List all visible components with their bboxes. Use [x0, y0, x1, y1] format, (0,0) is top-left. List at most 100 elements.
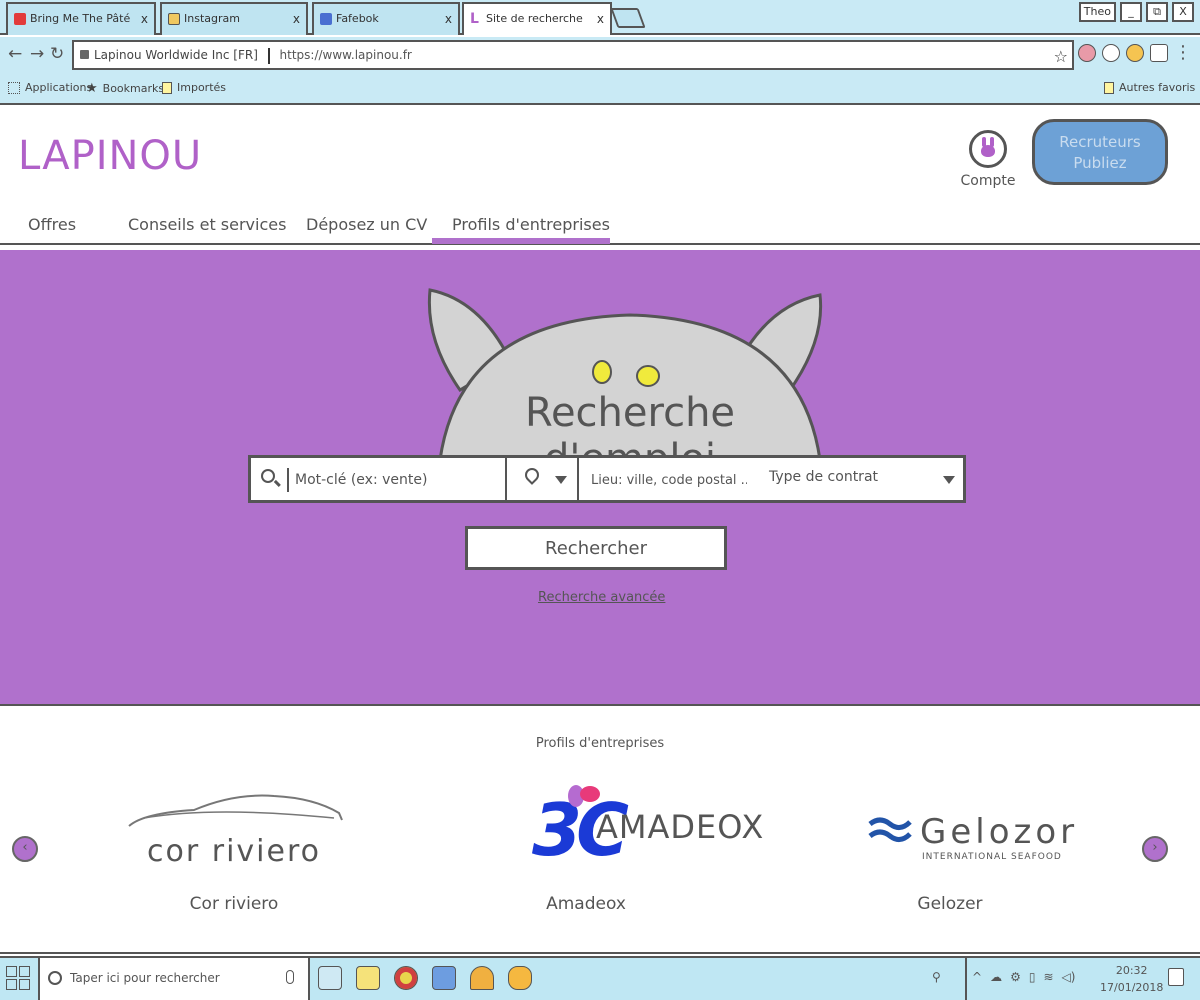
facebook-icon	[320, 13, 332, 25]
bookmark-label: Bookmarks	[102, 82, 165, 95]
avatar	[969, 130, 1007, 168]
tab-fafebok[interactable]: Fafebok x	[312, 2, 460, 35]
settings-icon[interactable]: ⚙	[1010, 970, 1021, 984]
tab-title: Bring Me The Pâté	[30, 12, 130, 25]
bookmark-label: Importés	[177, 81, 227, 94]
pinned-apps	[318, 966, 532, 990]
url-text: https://www.lapinou.fr	[279, 48, 412, 62]
forward-arrow-icon[interactable]: →	[30, 44, 44, 64]
tab-title: Site de recherche d'emp	[486, 12, 586, 25]
taskbar-search-placeholder: Taper ici pour rechercher	[70, 971, 220, 985]
logo-wordmark: Gelozor	[920, 812, 1079, 852]
location-input[interactable]	[587, 468, 747, 492]
nav-profils-entreprises[interactable]: Profils d'entreprises	[452, 215, 610, 234]
account-label: Compte	[960, 173, 1016, 189]
new-tab-button[interactable]	[610, 8, 646, 28]
extension-fox-icon[interactable]	[1126, 44, 1144, 62]
chevron-up-icon[interactable]: ^	[972, 970, 982, 984]
company-card-amadeox[interactable]: 3C AMADEOX Amadeox	[466, 778, 763, 914]
company-card-cor-riviero[interactable]: cor riviero Cor riviero	[114, 778, 354, 914]
windows-start-icon[interactable]	[6, 966, 32, 992]
company-name: Cor riviero	[189, 894, 279, 914]
book-reader-icon[interactable]	[432, 966, 456, 990]
site-logo[interactable]: LAPINOU	[18, 133, 202, 179]
tab-instagram[interactable]: Instagram x	[160, 2, 308, 35]
bookmark-star-icon[interactable]: ☆	[1054, 44, 1068, 70]
bunny-icon	[981, 145, 995, 157]
extension-adblock-icon[interactable]	[1078, 44, 1096, 62]
fox-app-icon[interactable]	[508, 966, 532, 990]
nav-conseils-services[interactable]: Conseils et services	[128, 215, 286, 234]
carousel-prev-button[interactable]: ‹	[12, 836, 38, 862]
divider	[267, 47, 270, 64]
location-pin-icon	[522, 465, 542, 485]
close-icon[interactable]: x	[597, 4, 604, 34]
account-button[interactable]: Compte	[958, 130, 1018, 189]
lapinou-favicon-icon: L	[470, 11, 479, 27]
system-tray: ⚲	[932, 970, 941, 984]
recruiters-publish-button[interactable]: Recruteurs Publiez	[1032, 119, 1168, 185]
job-search-bar: Type de contrat	[248, 455, 966, 503]
clock-date: 17/01/2018	[1100, 981, 1164, 994]
contract-type-select[interactable]: Type de contrat	[769, 469, 878, 485]
bookmarks-bar: Applications ★ Bookmarks Importés Autres…	[0, 73, 1200, 105]
address-bar[interactable]: Lapinou Worldwide Inc [FR] https://www.l…	[72, 40, 1074, 70]
volume-icon[interactable]: ◁)	[1062, 970, 1076, 984]
file-explorer-icon[interactable]	[356, 966, 380, 990]
search-button[interactable]: Rechercher	[465, 526, 727, 570]
nav-deposez-cv[interactable]: Déposez un CV	[306, 215, 427, 234]
microphone-icon[interactable]	[286, 970, 294, 984]
close-icon[interactable]: x	[293, 4, 300, 34]
chevron-down-icon[interactable]	[943, 476, 955, 484]
tab-lapinou[interactable]: L Site de recherche d'emp x	[462, 2, 612, 35]
section-title: Profils d'entreprises	[535, 736, 665, 751]
chrome-icon[interactable]	[394, 966, 418, 990]
advanced-search-link[interactable]: Recherche avancée	[538, 590, 665, 605]
os-taskbar: Taper ici pour rechercher ⚲ ^ ☁ ⚙ ▯ ≋ ◁)…	[0, 956, 1200, 1000]
nav-offres[interactable]: Offres	[28, 215, 76, 234]
wave-logo-icon	[868, 817, 912, 842]
folder-icon	[1104, 81, 1114, 94]
keyword-input[interactable]	[287, 468, 499, 492]
location-radius-dropdown[interactable]	[507, 458, 579, 500]
cortana-icon	[48, 971, 62, 985]
carousel-next-button[interactable]: ›	[1142, 836, 1168, 862]
cloud-icon[interactable]: ☁	[990, 970, 1002, 984]
tab-bring-me-the-pate[interactable]: Bring Me The Pâté x	[6, 2, 156, 35]
close-icon[interactable]: x	[141, 4, 148, 34]
bookmark-other-favorites[interactable]: Autres favoris	[1104, 81, 1195, 94]
task-view-icon[interactable]	[318, 966, 342, 990]
browser-menu-icon[interactable]: ⋮	[1174, 42, 1192, 63]
system-clock[interactable]: 20:32 17/01/2018	[1100, 962, 1163, 996]
bookmark-applications[interactable]: Applications	[8, 81, 92, 94]
company-card-gelozer[interactable]: Gelozor INTERNATIONAL SEAFOOD Gelozer	[830, 778, 1074, 914]
battery-icon[interactable]: ▯	[1029, 970, 1036, 984]
extension-puzzle-icon[interactable]	[1102, 44, 1120, 62]
extension-clipboard-icon[interactable]	[1150, 44, 1168, 62]
user-profile-button[interactable]: Theo	[1078, 2, 1116, 22]
reload-icon[interactable]: ↻	[50, 44, 64, 64]
bookmark-bookmarks[interactable]: ★ Bookmarks	[86, 81, 164, 96]
logo-wordmark: cor riviero	[147, 834, 321, 869]
close-icon[interactable]: x	[445, 4, 452, 34]
search-icon	[261, 469, 275, 483]
maximize-button[interactable]: ⧉	[1146, 2, 1168, 22]
lock-icon	[80, 50, 89, 59]
notifications-icon[interactable]	[1168, 968, 1184, 986]
company-name: Gelozer	[917, 894, 983, 914]
vlc-icon[interactable]	[470, 966, 494, 990]
company-logo: 3C AMADEOX	[466, 778, 763, 888]
company-profiles-section: Profils d'entreprises ‹ › cor riviero Co…	[0, 708, 1200, 954]
close-window-button[interactable]: X	[1172, 2, 1194, 22]
folder-icon	[162, 81, 172, 94]
hero-search-section: Recherche d'emploi Type de contrat Reche…	[0, 250, 1200, 706]
people-icon[interactable]: ⚲	[932, 970, 941, 984]
active-nav-indicator	[432, 238, 610, 244]
wifi-icon[interactable]: ≋	[1043, 970, 1053, 984]
company-logo: cor riviero	[114, 778, 354, 888]
taskbar-search[interactable]: Taper ici pour rechercher	[38, 958, 310, 1000]
back-arrow-icon[interactable]: ←	[8, 44, 22, 64]
window-controls: Theo _ ⧉ X	[1078, 2, 1194, 22]
minimize-button[interactable]: _	[1120, 2, 1142, 22]
bookmark-folder-importes[interactable]: Importés	[162, 81, 226, 94]
